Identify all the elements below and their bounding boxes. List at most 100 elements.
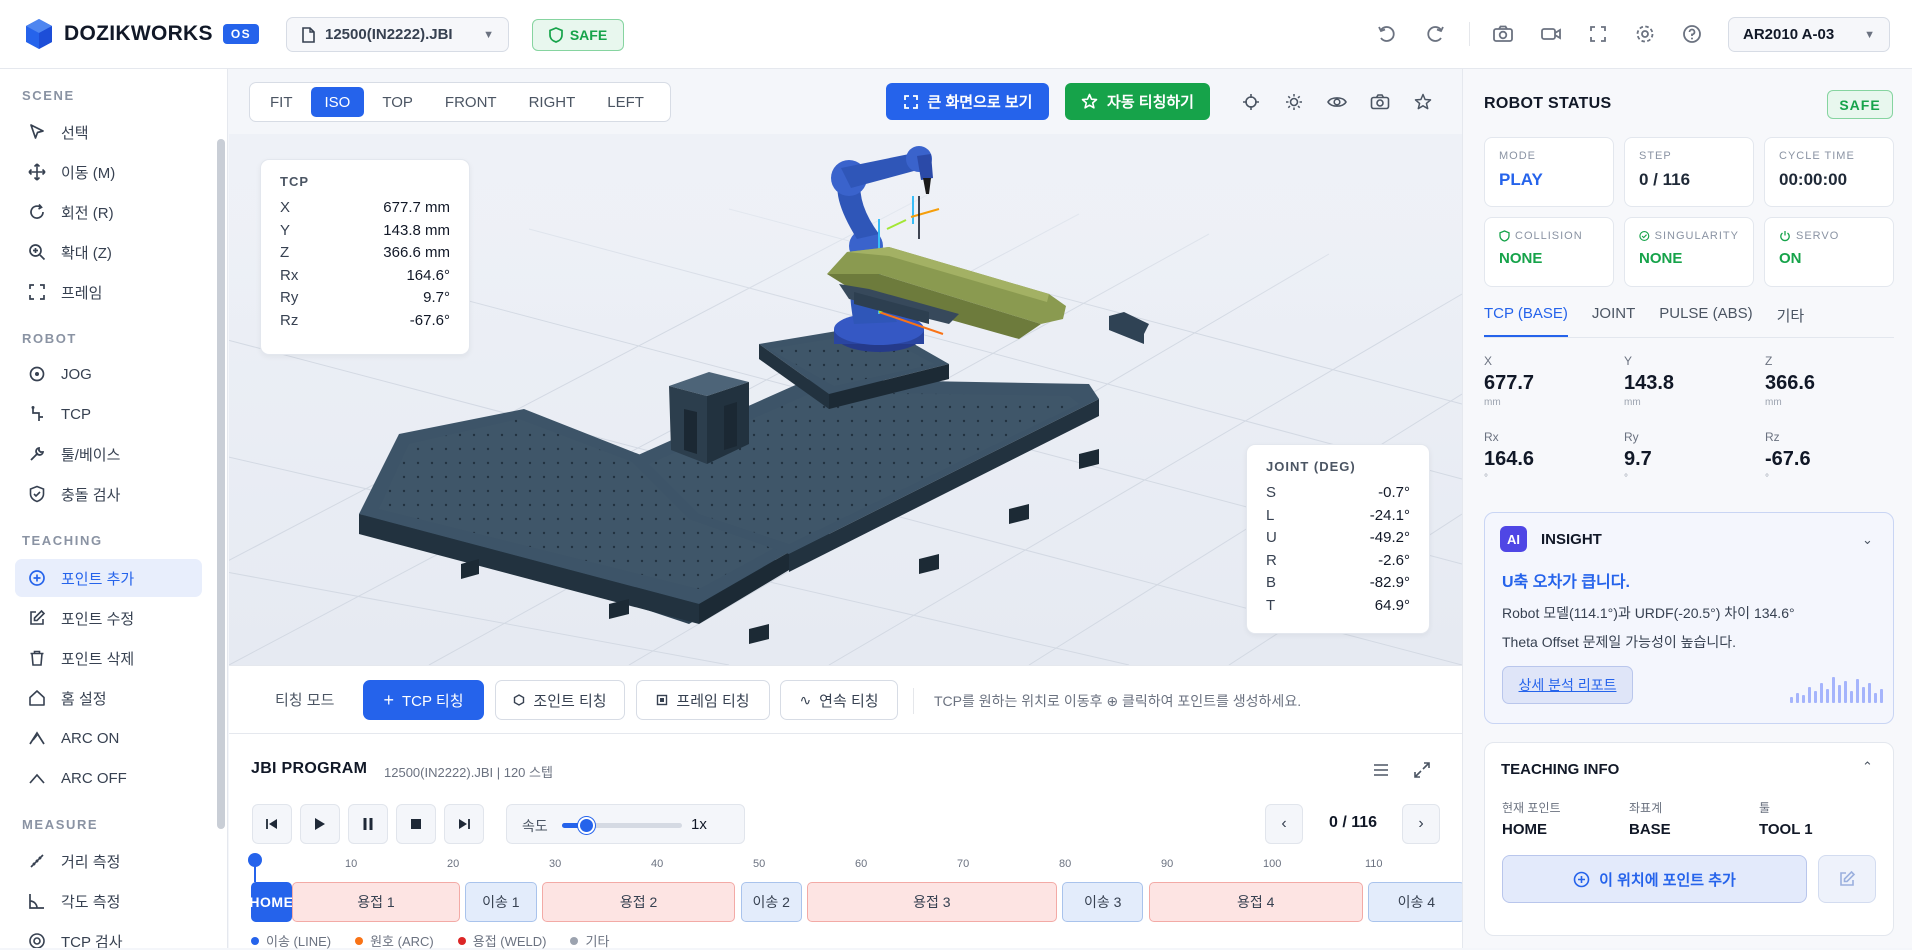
view-front-button[interactable]: FRONT — [431, 87, 511, 117]
timeline-tick: 70 — [957, 858, 970, 870]
view-top-button[interactable]: TOP — [368, 87, 427, 117]
sidebar-item-home[interactable]: 홈 설정 — [15, 679, 202, 717]
redo-icon[interactable] — [1422, 21, 1448, 47]
skip-end-button[interactable] — [444, 804, 484, 844]
sidebar-item-move[interactable]: 이동 (M) — [15, 153, 202, 191]
tab-pulse-abs[interactable]: PULSE (ABS) — [1659, 305, 1752, 337]
joint-row: U -49.2° — [1266, 529, 1410, 546]
legend-item: 용접 (WELD) — [457, 931, 546, 950]
tab-other[interactable]: 기타 — [1777, 305, 1805, 337]
sidebar-item-jog[interactable]: JOG — [15, 355, 202, 393]
skip-forward-icon — [459, 819, 470, 829]
robot-selector[interactable]: AR2010 A-03 ▼ — [1728, 17, 1890, 52]
top-bar: DOZIKWORKS OS 12500(IN2222).JBI ▼ SAFE A… — [0, 0, 1912, 69]
speed-slider[interactable] — [562, 817, 682, 834]
sidebar-item-tcp[interactable]: TCP — [15, 395, 202, 433]
timeline-segment-move[interactable]: 이송 3 — [1061, 882, 1144, 922]
sidebar-item-add-point[interactable]: 포인트 추가 — [15, 559, 202, 597]
sidebar-item-label: 거리 측정 — [61, 853, 121, 871]
joint-card-title: JOINT (DEG) — [1266, 459, 1356, 474]
program-title: JBI PROGRAM — [251, 760, 368, 777]
timeline-segment-weld[interactable]: 용접 2 — [541, 882, 736, 922]
sidebar-item-distance[interactable]: 거리 측정 — [15, 842, 202, 880]
auto-teach-label: 자동 티칭하기 — [1107, 94, 1194, 111]
pause-button[interactable] — [348, 804, 388, 844]
favorite-star-icon[interactable] — [1411, 90, 1435, 114]
chevron-down-icon[interactable]: ⌄ — [1862, 532, 1873, 548]
tab-joint[interactable]: JOINT — [1592, 305, 1635, 337]
sidebar-scrollbar[interactable] — [217, 139, 225, 829]
fullscreen-icon[interactable] — [1585, 21, 1611, 47]
stop-button[interactable] — [396, 804, 436, 844]
tcp-row: Y 143.8 mm — [280, 221, 450, 239]
sidebar-item-zoom[interactable]: 확대 (Z) — [15, 233, 202, 271]
sidebar-item-rotate[interactable]: 회전 (R) — [15, 193, 202, 231]
sidebar-item-tool-base[interactable]: 툴/베이스 — [15, 435, 202, 473]
tcp-teach-button[interactable]: + TCP 티칭 — [363, 680, 484, 720]
program-panel: JBI PROGRAM 12500(IN2222).JBI | 120 스텝 속… — [229, 734, 1465, 950]
auto-teach-button[interactable]: 자동 티칭하기 — [1065, 83, 1210, 120]
help-icon[interactable] — [1679, 21, 1705, 47]
edit-point-button[interactable] — [1818, 855, 1876, 903]
timeline-segment-home[interactable]: HOME — [249, 882, 293, 922]
frame-teach-button[interactable]: 프레임 티칭 — [636, 680, 770, 720]
sidebar-item-label: 회전 (R) — [61, 204, 114, 222]
crosshair-icon[interactable] — [1239, 90, 1263, 114]
big-view-button[interactable]: 큰 화면으로 보기 — [886, 83, 1049, 120]
sidebar-item-arc-off[interactable]: ARC OFF — [15, 759, 202, 797]
play-button[interactable] — [300, 804, 340, 844]
expand-panel-icon[interactable] — [1410, 758, 1434, 782]
video-icon[interactable] — [1538, 21, 1564, 47]
timeline-segment-weld[interactable]: 용접 3 — [806, 882, 1057, 922]
detail-report-button[interactable]: 상세 분석 리포트 — [1502, 666, 1633, 704]
sidebar-item-select[interactable]: 선택 — [15, 113, 202, 151]
legend-item: 이송 (LINE) — [251, 931, 331, 950]
3d-viewport[interactable]: TCP X 677.7 mm Y 143.8 mm Z 366.6 mm Rx 164.… — [229, 134, 1462, 665]
add-point-here-button[interactable]: 이 위치에 포인트 추가 — [1502, 855, 1807, 903]
timeline-segment-weld[interactable]: 용접 4 — [1148, 882, 1363, 922]
view-fit-button[interactable]: FIT — [256, 87, 307, 117]
undo-icon[interactable] — [1374, 21, 1400, 47]
current-point: 현재 포인트 HOME — [1502, 801, 1561, 838]
camera-icon[interactable] — [1490, 21, 1516, 47]
skip-start-button[interactable] — [252, 804, 292, 844]
view-iso-button[interactable]: ISO — [310, 87, 365, 117]
continuous-teach-button[interactable]: ∿ 연속 티칭 — [780, 680, 898, 720]
light-icon[interactable] — [1282, 90, 1306, 114]
list-icon[interactable] — [1369, 758, 1393, 782]
power-icon — [1780, 231, 1790, 242]
eye-icon[interactable] — [1325, 90, 1349, 114]
wave-icon: ∿ — [799, 691, 812, 708]
next-step-button[interactable]: › — [1402, 804, 1440, 844]
tab-tcp-base[interactable]: TCP (BASE) — [1484, 305, 1568, 337]
sidebar-item-label: ARC ON — [61, 729, 120, 747]
sidebar-item-arc-on[interactable]: ARC ON — [15, 719, 202, 757]
file-selector[interactable]: 12500(IN2222).JBI ▼ — [286, 17, 509, 52]
prev-step-button[interactable]: ‹ — [1265, 804, 1303, 844]
sidebar-item-angle[interactable]: 각도 측정 — [15, 882, 202, 920]
insight-headline: U축 오차가 큽니다. — [1502, 574, 1630, 591]
gear-icon[interactable] — [1632, 21, 1658, 47]
sidebar-item-label: 각도 측정 — [61, 893, 121, 911]
timeline-tick: 100 — [1263, 858, 1282, 870]
timeline-segment-move[interactable]: 이송 2 — [740, 882, 802, 922]
chevron-up-icon[interactable]: ⌃ — [1862, 759, 1873, 775]
speed-slider-handle[interactable] — [578, 817, 595, 834]
mode-value: PLAY — [1499, 170, 1543, 189]
sidebar-item-edit-point[interactable]: 포인트 수정 — [15, 599, 202, 637]
timeline-segment-weld[interactable]: 용접 1 — [291, 882, 461, 922]
timeline-segment-move[interactable]: 이송 4 — [1367, 882, 1465, 922]
timeline-tick: 110 — [1365, 858, 1383, 870]
sidebar-item-delete-point[interactable]: 포인트 삭제 — [15, 639, 202, 677]
square-icon — [657, 694, 668, 706]
zoom-in-icon — [27, 242, 47, 262]
view-left-button[interactable]: LEFT — [593, 87, 658, 117]
joint-teach-button[interactable]: 조인트 티칭 — [495, 680, 625, 720]
sidebar-item-frame[interactable]: 프레임 — [15, 273, 202, 311]
view-right-button[interactable]: RIGHT — [515, 87, 590, 117]
snapshot-icon[interactable] — [1368, 90, 1392, 114]
sidebar-item-tcp-check[interactable]: TCP 검사 — [15, 922, 202, 948]
sidebar-item-collision[interactable]: 충돌 검사 — [15, 475, 202, 513]
view-toolbar: FIT ISO TOP FRONT RIGHT LEFT 큰 화면으로 보기 자… — [229, 69, 1462, 134]
timeline-segment-move[interactable]: 이송 1 — [465, 882, 537, 922]
